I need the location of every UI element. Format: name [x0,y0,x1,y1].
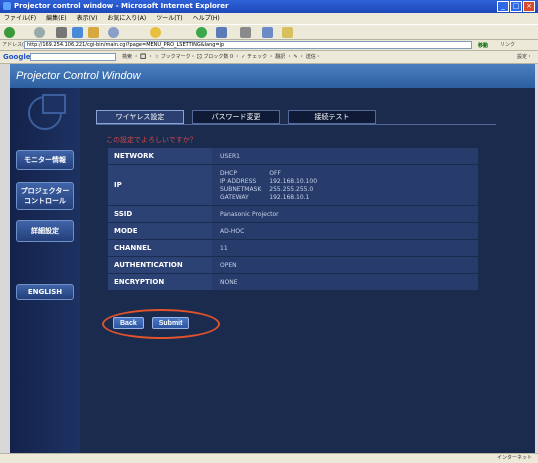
row-value: 11 [212,240,478,256]
settings-tabs: ワイヤレス設定 パスワード変更 接続テスト [96,110,376,124]
table-row-channel: CHANNEL 11 [108,240,478,256]
row-label: SSID [108,206,212,222]
row-label: ENCRYPTION [108,274,212,290]
tab-wireless-settings[interactable]: ワイヤレス設定 [96,110,184,124]
monitor-info-button[interactable]: モニター情報 [16,150,74,170]
row-value: Panasonic Projector [212,206,478,222]
browser-window: Projector control window - Microsoft Int… [0,0,538,463]
left-frame [0,64,10,463]
maximize-button[interactable]: □ [510,1,522,12]
minimize-button[interactable]: _ [497,1,509,12]
table-row-ssid: SSID Panasonic Projector [108,206,478,222]
stop-icon[interactable] [56,27,67,38]
table-row-mode: MODE AD-HOC [108,223,478,239]
menu-edit[interactable]: 編集(E) [46,13,66,24]
form-actions: Back Submit [113,317,190,329]
back-button[interactable]: Back [113,317,144,329]
favorites-star-icon[interactable] [150,27,161,38]
dhcp-value: OFF [269,169,281,177]
menu-file[interactable]: ファイル(F) [4,13,36,24]
links-label[interactable]: リンク [500,40,515,50]
menu-bar: ファイル(F) 編集(E) 表示(V) お気に入り(A) ツール(T) ヘルプ(… [0,13,538,24]
subnet-mask-label: SUBNETMASK [220,185,262,193]
dhcp-label: DHCP [220,169,237,177]
back-arrow-icon[interactable] [4,27,15,38]
google-settings-button[interactable]: 設定・ [517,51,532,63]
gateway-value: 192.168.10.1 [269,193,310,201]
menu-favorites[interactable]: お気に入り(A) [107,13,146,24]
tab-underline [96,124,496,125]
history-icon[interactable] [216,27,227,38]
row-value: NONE [212,274,478,290]
table-row-network: NETWORK USER1 [108,148,478,164]
toolbar [0,24,538,40]
google-search-input[interactable] [30,53,116,61]
google-toolbar: Google 検索 ・ 🔲 ・ ☆ ブックマーク・ 🖸 ブロック数 0 ・ ✓ … [0,51,538,64]
window-title: Projector control window - Microsoft Int… [14,2,229,10]
row-value: USER1 [212,148,478,164]
detail-settings-button[interactable]: 詳細設定 [16,220,74,242]
row-value: AD-HOC [212,223,478,239]
row-label: AUTHENTICATION [108,257,212,273]
submit-button[interactable]: Submit [151,317,190,329]
google-toolbar-items[interactable]: 検索 ・ 🔲 ・ ☆ ブックマーク・ 🖸 ブロック数 0 ・ ✓ チェック ・ … [122,51,321,63]
table-row-authentication: AUTHENTICATION OPEN [108,257,478,273]
folder-icon[interactable] [282,27,293,38]
menu-view[interactable]: 表示(V) [77,13,98,24]
row-value: OPEN [212,257,478,273]
refresh-icon[interactable] [72,27,83,38]
go-button[interactable]: 移動 [478,41,488,51]
gateway-label: GATEWAY [220,193,249,201]
row-label: NETWORK [108,148,212,164]
search-icon[interactable] [108,27,119,38]
close-button[interactable]: × [523,1,535,12]
app-header: Projector Control Window [10,64,535,88]
home-icon[interactable] [88,27,99,38]
title-bar: Projector control window - Microsoft Int… [0,0,538,13]
media-icon[interactable] [196,27,207,38]
address-bar: アドレス(D) http://169.254.106.221/cgi-bin/m… [0,40,538,51]
confirm-message: この設定でよろしいですか？ [106,136,197,144]
english-button[interactable]: ENGLISH [16,284,74,300]
projector-control-button[interactable]: プロジェクター コントロール [16,182,74,210]
google-logo: Google [3,53,31,61]
row-label: MODE [108,223,212,239]
ip-value: DHCP OFF IP ADDRESS 192.168.10.100 SUBNE… [212,165,478,205]
ip-address-value: 192.168.10.100 [269,177,318,185]
sidebar [10,88,80,453]
address-input[interactable]: http://169.254.106.221/cgi-bin/main.cgi?… [24,41,472,49]
table-row-encryption: ENCRYPTION NONE [108,274,478,290]
status-bar: インターネット [0,453,538,463]
mail-icon[interactable] [240,27,251,38]
table-row-ip: IP DHCP OFF IP ADDRESS 192.168.10.100 SU… [108,165,478,205]
projector-logo-icon [28,94,66,130]
tab-connection-test[interactable]: 接続テスト [288,110,376,124]
menu-tools[interactable]: ツール(T) [156,13,182,24]
print-icon[interactable] [262,27,273,38]
row-label: IP [108,165,212,205]
security-zone: インターネット [496,455,532,461]
ip-address-label: IP ADDRESS [220,177,257,185]
menu-help[interactable]: ヘルプ(H) [193,13,220,24]
row-label: CHANNEL [108,240,212,256]
ie-icon [3,2,11,10]
subnet-mask-value: 255.255.255.0 [269,185,314,193]
forward-arrow-icon[interactable] [34,27,45,38]
tab-password-change[interactable]: パスワード変更 [192,110,280,124]
